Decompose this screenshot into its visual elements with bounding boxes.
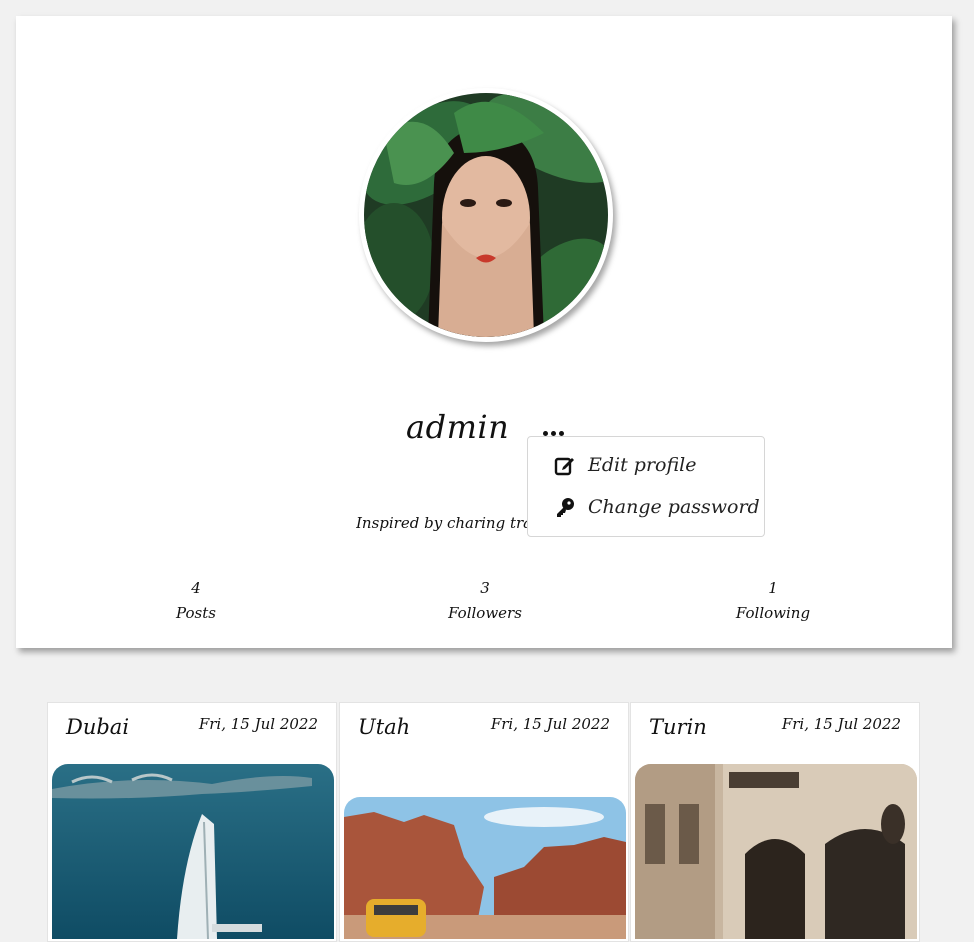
stat-followers[interactable]: 3 Followers [415,578,555,624]
dot-icon [550,430,556,436]
post-title: Dubai [66,715,130,739]
avatar-frame [359,88,613,342]
stat-posts[interactable]: 4 Posts [126,578,266,624]
menu-item-label: Change password [588,496,760,518]
profile-card: admin Inspired by charing trav 4 Posts 3… [16,16,952,648]
menu-item-edit-profile[interactable]: Edit profile [554,450,696,480]
menu-item-label: Edit profile [588,454,697,476]
stat-following[interactable]: 1 Following [703,578,843,624]
post-card-turin[interactable]: Turin Fri, 15 Jul 2022 [630,702,920,942]
post-date: Fri, 15 Jul 2022 [781,715,901,733]
post-card-utah[interactable]: Utah Fri, 15 Jul 2022 [339,702,629,942]
stat-value: 3 [480,579,490,597]
post-date: Fri, 15 Jul 2022 [490,715,610,733]
stat-label: Posts [176,604,216,622]
post-image[interactable] [635,764,917,939]
post-image[interactable] [52,764,334,939]
dot-icon [558,430,564,436]
stat-label: Following [735,604,811,622]
menu-item-change-password[interactable]: Change password [554,492,760,522]
stat-value: 4 [191,579,201,597]
username: admin [406,408,510,446]
key-icon [554,496,576,518]
stat-value: 1 [768,579,778,597]
post-card-dubai[interactable]: Dubai Fri, 15 Jul 2022 [47,702,337,942]
profile-options-menu: Edit profile Change password [527,436,765,537]
avatar[interactable] [364,93,608,337]
stat-label: Followers [448,604,522,622]
avatar-image [364,93,608,337]
post-title: Utah [358,715,411,739]
post-image[interactable] [344,797,626,939]
post-title: Turin [649,715,707,739]
dot-icon [542,430,548,436]
edit-icon [554,454,576,476]
post-date: Fri, 15 Jul 2022 [198,715,318,733]
